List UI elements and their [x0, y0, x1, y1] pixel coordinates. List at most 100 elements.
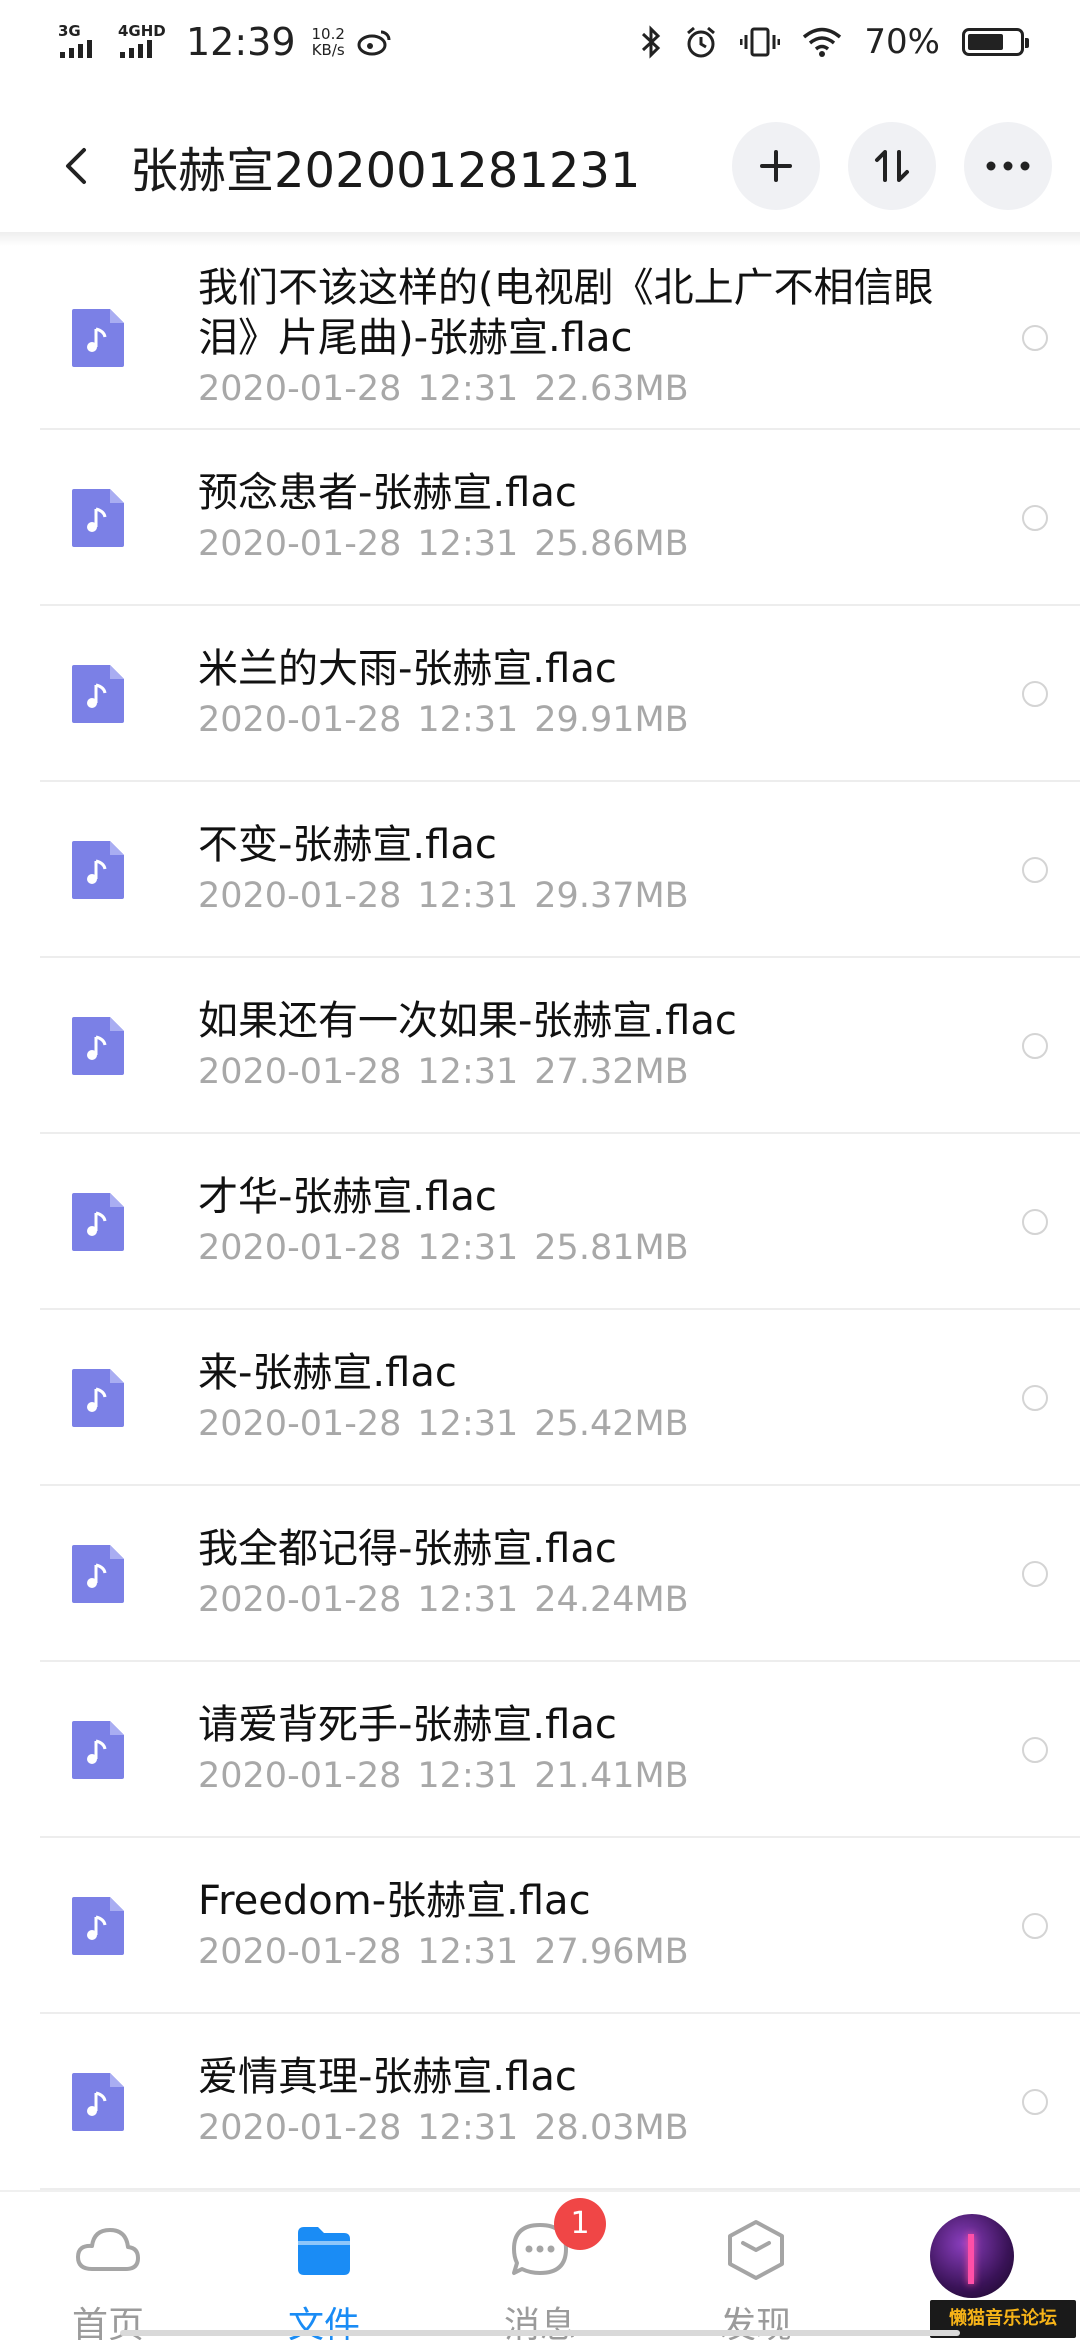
- audio-file-icon: [72, 309, 124, 367]
- file-size: 21.41MB: [534, 1756, 689, 1796]
- file-time: 12:31: [417, 1404, 519, 1444]
- file-time: 12:31: [417, 1932, 519, 1972]
- file-date: 2020-01-28: [198, 1932, 402, 1972]
- file-date: 2020-01-28: [198, 1580, 402, 1620]
- nav-messages[interactable]: 1 消息: [470, 2198, 610, 2340]
- file-row[interactable]: 不变-张赫宣.flac 2020-01-28 12:31 29.37MB: [0, 782, 1080, 958]
- select-radio[interactable]: [1022, 2089, 1048, 2115]
- audio-file-icon: [72, 665, 124, 723]
- file-name: 才华-张赫宣.flac: [198, 1174, 497, 1220]
- file-time: 12:31: [417, 1052, 519, 1092]
- file-name: 爱情真理-张赫宣.flac: [198, 2054, 577, 2100]
- nav-home[interactable]: 首页: [38, 2210, 178, 2340]
- file-meta: 2020-01-28 12:31 24.24MB: [198, 1576, 940, 1624]
- file-row[interactable]: 我全都记得-张赫宣.flac 2020-01-28 12:31 24.24MB: [0, 1486, 1080, 1662]
- file-row[interactable]: 请爱背死手-张赫宣.flac 2020-01-28 12:31 21.41MB: [0, 1662, 1080, 1838]
- file-row[interactable]: 我们不该这样的(电视剧《北上广不相信眼泪》片尾曲)-张赫宣.flac 2020-0…: [0, 246, 1080, 430]
- file-row[interactable]: 预念患者-张赫宣.flac 2020-01-28 12:31 25.86MB: [0, 430, 1080, 606]
- status-bar: 3G 4GHD 12:39 10.2 KB/s 70%: [0, 0, 1080, 84]
- file-meta: 2020-01-28 12:31 22.63MB: [198, 365, 940, 413]
- audio-file-icon: [72, 1721, 124, 1779]
- file-size: 25.86MB: [534, 524, 689, 564]
- select-radio[interactable]: [1022, 1913, 1048, 1939]
- battery-fill: [968, 34, 1003, 50]
- file-row[interactable]: 来-张赫宣.flac 2020-01-28 12:31 25.42MB: [0, 1310, 1080, 1486]
- audio-file-icon: [72, 1193, 124, 1251]
- file-row[interactable]: Freedom-张赫宣.flac 2020-01-28 12:31 27.96MB: [0, 1838, 1080, 2014]
- select-radio[interactable]: [1022, 325, 1048, 351]
- audio-file-icon: [72, 1017, 124, 1075]
- file-time: 12:31: [417, 700, 519, 740]
- file-size: 29.91MB: [534, 700, 689, 740]
- file-row[interactable]: 才华-张赫宣.flac 2020-01-28 12:31 25.81MB: [0, 1134, 1080, 1310]
- battery-icon: [962, 28, 1029, 56]
- file-name: 预念患者-张赫宣.flac: [198, 470, 577, 516]
- file-row[interactable]: 米兰的大雨-张赫宣.flac 2020-01-28 12:31 29.91MB: [0, 606, 1080, 782]
- select-radio[interactable]: [1022, 857, 1048, 883]
- discover-icon: [728, 2220, 784, 2280]
- select-radio[interactable]: [1022, 681, 1048, 707]
- file-date: 2020-01-28: [198, 369, 402, 409]
- weibo-icon: [357, 30, 391, 56]
- file-date: 2020-01-28: [198, 1756, 402, 1796]
- file-time: 12:31: [417, 1756, 519, 1796]
- file-size: 29.37MB: [534, 876, 689, 916]
- select-radio[interactable]: [1022, 1385, 1048, 1411]
- sort-button[interactable]: [848, 122, 936, 210]
- file-row[interactable]: 如果还有一次如果-张赫宣.flac 2020-01-28 12:31 27.32MB: [0, 958, 1080, 1134]
- audio-file-icon: [72, 1897, 124, 1955]
- audio-file-icon: [72, 2073, 124, 2131]
- file-list: 我们不该这样的(电视剧《北上广不相信眼泪》片尾曲)-张赫宣.flac 2020-0…: [0, 246, 1080, 2190]
- sort-icon: [875, 150, 909, 182]
- avatar[interactable]: [930, 2214, 1014, 2298]
- file-name: Freedom-张赫宣.flac: [198, 1878, 591, 1924]
- file-date: 2020-01-28: [198, 876, 402, 916]
- file-date: 2020-01-28: [198, 2108, 402, 2148]
- file-meta: 2020-01-28 12:31 25.81MB: [198, 1224, 940, 1272]
- nav-files[interactable]: 文件: [254, 2210, 394, 2340]
- file-meta: 2020-01-28 12:31 27.96MB: [198, 1928, 940, 1976]
- file-size: 25.81MB: [534, 1228, 689, 1268]
- file-size: 24.24MB: [534, 1580, 689, 1620]
- network-speed: 10.2 KB/s: [311, 25, 345, 59]
- message-badge: 1: [554, 2198, 606, 2250]
- file-name: 来-张赫宣.flac: [198, 1350, 457, 1396]
- more-icon: [986, 161, 1030, 171]
- add-icon: [760, 150, 792, 182]
- audio-file-icon: [72, 841, 124, 899]
- back-icon: [66, 148, 86, 184]
- file-meta: 2020-01-28 12:31 25.86MB: [198, 520, 940, 568]
- nav-discover[interactable]: 发现: [686, 2210, 826, 2340]
- more-button[interactable]: [964, 122, 1052, 210]
- cloud-icon: [76, 2228, 140, 2271]
- file-meta: 2020-01-28 12:31 28.03MB: [198, 2104, 940, 2152]
- header: 张赫宣202001281231: [0, 100, 1080, 232]
- add-button[interactable]: [732, 122, 820, 210]
- select-radio[interactable]: [1022, 505, 1048, 531]
- vibrate-icon: [740, 27, 781, 57]
- file-date: 2020-01-28: [198, 1052, 402, 1092]
- header-shadow: [0, 232, 1080, 246]
- select-radio[interactable]: [1022, 1737, 1048, 1763]
- select-radio[interactable]: [1022, 1033, 1048, 1059]
- file-size: 28.03MB: [534, 2108, 689, 2148]
- file-size: 27.32MB: [534, 1052, 689, 1092]
- file-meta: 2020-01-28 12:31 21.41MB: [198, 1752, 940, 1800]
- file-name: 如果还有一次如果-张赫宣.flac: [198, 998, 737, 1044]
- page-title: 张赫宣202001281231: [130, 143, 641, 199]
- folder-icon: [298, 2227, 350, 2275]
- audio-file-icon: [72, 489, 124, 547]
- file-meta: 2020-01-28 12:31 27.32MB: [198, 1048, 940, 1096]
- battery-percent: 70%: [864, 22, 940, 62]
- select-radio[interactable]: [1022, 1561, 1048, 1587]
- audio-file-icon: [72, 1545, 124, 1603]
- file-name: 不变-张赫宣.flac: [198, 822, 497, 868]
- file-size: 27.96MB: [534, 1932, 689, 1972]
- file-row[interactable]: 爱情真理-张赫宣.flac 2020-01-28 12:31 28.03MB: [0, 2014, 1080, 2190]
- back-button[interactable]: [44, 134, 108, 198]
- select-radio[interactable]: [1022, 1209, 1048, 1235]
- file-date: 2020-01-28: [198, 700, 402, 740]
- signal-4g-icon: 4GHD: [118, 22, 166, 62]
- file-size: 25.42MB: [534, 1404, 689, 1444]
- file-name: 我全都记得-张赫宣.flac: [198, 1526, 617, 1572]
